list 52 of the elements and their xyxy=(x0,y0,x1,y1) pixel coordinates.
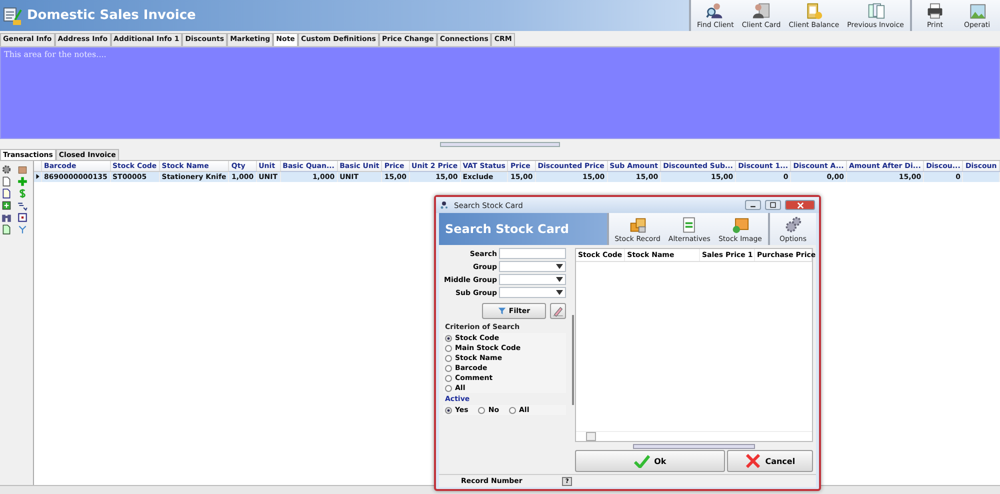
gear-icon xyxy=(1,164,12,175)
row-pointer-icon xyxy=(35,172,40,180)
caret-icon xyxy=(556,290,563,295)
close-button[interactable] xyxy=(785,200,815,210)
boxes-icon xyxy=(628,216,646,234)
person-card-icon xyxy=(752,2,770,20)
radio-button[interactable] xyxy=(445,364,452,372)
square-icon xyxy=(17,212,28,223)
app-icon xyxy=(440,200,450,210)
splitter-handle[interactable] xyxy=(572,314,574,404)
cancel-button[interactable]: Cancel xyxy=(727,450,813,472)
dollar-icon xyxy=(17,188,28,199)
document-icon xyxy=(1,176,12,187)
invoice-icon xyxy=(3,6,23,26)
documents-icon xyxy=(866,2,885,20)
clear-button[interactable] xyxy=(550,303,566,319)
radio-button[interactable] xyxy=(445,374,452,382)
ok-button[interactable]: Ok xyxy=(575,450,726,472)
radio-button[interactable] xyxy=(509,406,516,414)
dialog-heading: Search Stock Card xyxy=(444,221,570,238)
search-field[interactable] xyxy=(499,248,566,259)
filter-icon xyxy=(498,307,506,315)
gears-icon xyxy=(784,216,802,234)
radio-button[interactable] xyxy=(445,406,452,414)
radio-button[interactable] xyxy=(445,354,452,362)
minimize-button[interactable] xyxy=(745,200,761,210)
document-icon xyxy=(1,188,12,199)
cross-icon xyxy=(745,454,762,468)
add-document-icon xyxy=(1,200,12,211)
person-search-icon xyxy=(706,2,724,20)
maximize-button[interactable] xyxy=(765,200,781,210)
clipboard-coins-icon xyxy=(804,2,823,20)
radio-button[interactable] xyxy=(478,406,486,414)
caret-icon xyxy=(556,264,563,269)
close-icon xyxy=(796,202,804,208)
splitter-handle[interactable] xyxy=(633,444,755,448)
box-icon xyxy=(17,164,28,175)
dropdown[interactable] xyxy=(499,274,566,285)
scrollbar-thumb[interactable] xyxy=(586,432,596,441)
printer-icon xyxy=(926,2,944,20)
radio-button[interactable] xyxy=(445,344,452,352)
window-title: Domestic Sales Invoice xyxy=(27,8,196,23)
splitter-handle[interactable] xyxy=(440,142,560,146)
notes-field[interactable]: This area for the notes.... xyxy=(0,47,1000,139)
dropdown[interactable] xyxy=(499,261,566,272)
plus-icon xyxy=(17,176,28,187)
document-icon xyxy=(1,224,12,235)
dropdown[interactable] xyxy=(499,287,566,298)
caret-icon xyxy=(556,277,563,282)
check-icon xyxy=(634,454,650,468)
radio-button[interactable] xyxy=(445,384,452,392)
radio-button[interactable] xyxy=(445,334,452,342)
